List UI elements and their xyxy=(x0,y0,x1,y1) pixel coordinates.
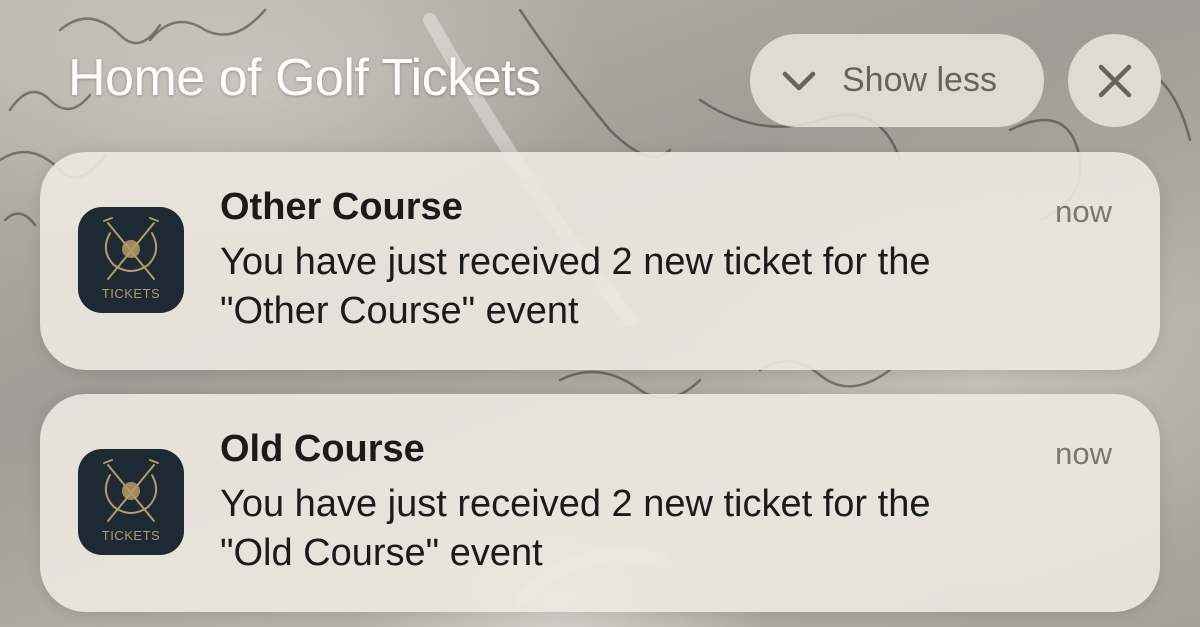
notification-title: Old Course xyxy=(220,428,425,470)
golf-tickets-app-icon: TICKETS xyxy=(78,449,184,555)
show-less-label: Show less xyxy=(842,61,997,99)
close-notifications-button[interactable] xyxy=(1068,34,1161,127)
notification-body: You have just received 2 new ticket for … xyxy=(220,480,1100,578)
notification-group-title: Home of Golf Tickets xyxy=(68,49,541,107)
show-less-button[interactable]: Show less xyxy=(750,34,1044,127)
golf-tickets-app-icon: TICKETS xyxy=(78,207,184,313)
notification-body-line: "Old Course" event xyxy=(220,532,543,574)
chevron-down-icon xyxy=(782,71,816,90)
app-icon-text: TICKETS xyxy=(101,286,161,301)
close-icon xyxy=(1098,64,1131,97)
notification-body-line: You have just received 2 new ticket for … xyxy=(220,241,931,283)
notification-title: Other Course xyxy=(220,186,463,228)
notification-body: You have just received 2 new ticket for … xyxy=(220,238,1100,336)
notification-card[interactable]: TICKETS Other Course now You have just r… xyxy=(40,152,1160,370)
notification-time: now xyxy=(1055,194,1112,229)
notification-body-line: "Other Course" event xyxy=(220,290,579,332)
app-icon-text: TICKETS xyxy=(101,528,161,543)
notification-card[interactable]: TICKETS Old Course now You have just rec… xyxy=(40,394,1160,612)
notification-time: now xyxy=(1055,436,1112,471)
notification-body-line: You have just received 2 new ticket for … xyxy=(220,483,931,525)
